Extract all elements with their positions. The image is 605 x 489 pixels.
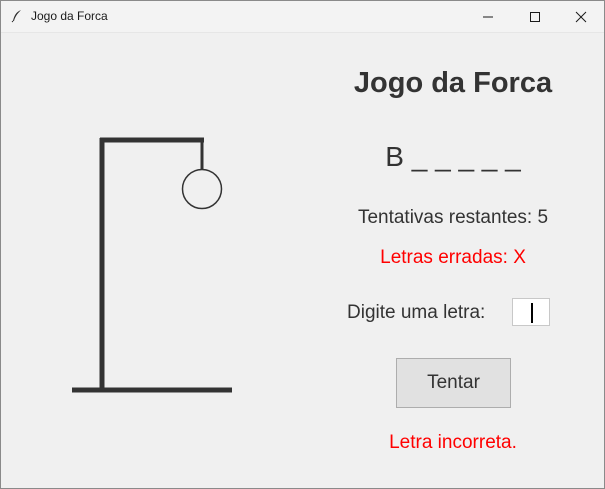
letter-input[interactable]	[512, 298, 550, 326]
feather-icon	[10, 9, 24, 23]
title-bar[interactable]: Jogo da Forca	[1, 1, 604, 33]
feedback-message: Letra incorreta.	[389, 432, 517, 453]
window-title: Jogo da Forca	[31, 9, 108, 23]
hangman-canvas	[72, 137, 232, 393]
close-icon	[575, 11, 587, 23]
minimize-icon	[483, 16, 493, 18]
hangman-head	[181, 168, 223, 210]
try-button[interactable]: Tentar	[396, 358, 511, 408]
maximize-button[interactable]	[512, 1, 558, 32]
attempts-remaining: Tentativas restantes: 5	[357, 207, 549, 228]
close-button[interactable]	[558, 1, 604, 32]
text-caret	[531, 303, 533, 323]
wrong-letters: Letras erradas: X	[380, 247, 526, 268]
game-title: Jogo da Forca	[353, 67, 553, 99]
letter-input-label: Digite uma letra:	[347, 302, 486, 323]
maximize-icon	[530, 12, 540, 22]
minimize-button[interactable]	[465, 1, 511, 32]
app-window: Jogo da Forca Jogo da Forca B _ _ _ _ _ …	[0, 0, 605, 489]
word-display: B _ _ _ _ _	[385, 141, 521, 172]
